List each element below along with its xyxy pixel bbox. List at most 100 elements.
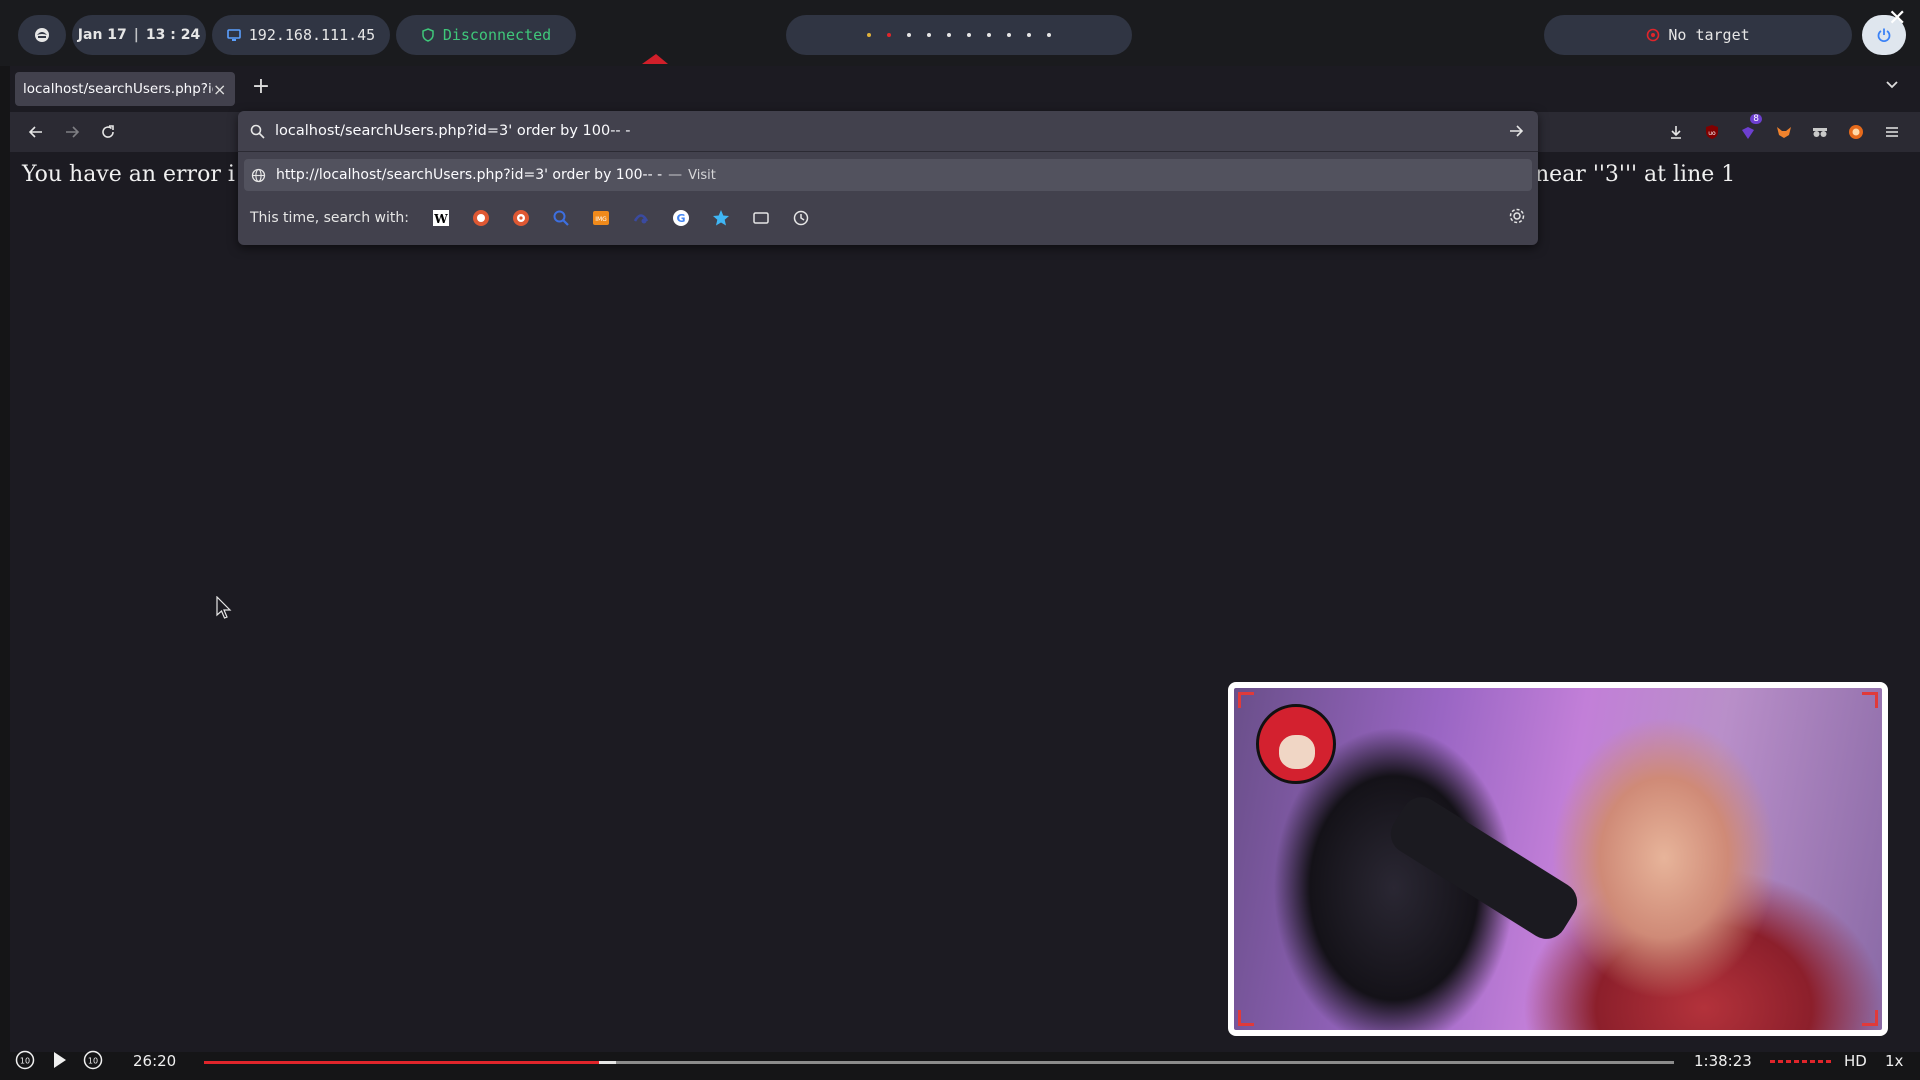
workspace-dot[interactable] (987, 33, 991, 37)
frame-corner-icon (1238, 692, 1254, 708)
magnifier-search-icon[interactable] (551, 208, 571, 228)
playback-speed-button[interactable]: 1x (1885, 1052, 1903, 1070)
clock-widget[interactable]: Jan 17 | 13 : 24 (72, 15, 206, 55)
duckduckgo-icon[interactable] (471, 208, 491, 228)
arrow-right-icon (66, 126, 80, 138)
target-icon (1647, 28, 1660, 42)
workspace-dot[interactable] (967, 33, 971, 37)
hamburger-menu-icon (1886, 127, 1898, 137)
workspace-dot[interactable] (1027, 33, 1031, 37)
target-widget[interactable]: No target (1544, 15, 1852, 55)
decor-shape-icon (642, 54, 668, 64)
ip-address-widget[interactable]: 192.168.111.45 (212, 15, 390, 55)
cookie-icon (1849, 125, 1863, 139)
svg-text:uo: uo (1708, 130, 1716, 137)
workspace-switcher[interactable] (786, 15, 1132, 55)
tabs-icon[interactable] (751, 208, 771, 228)
clock-time: 13 : 24 (145, 27, 201, 43)
quality-button[interactable]: HD (1844, 1052, 1867, 1070)
amazon-icon[interactable]: IMG (591, 208, 611, 228)
video-player-controls: 10 10 26:20 1:38:23 HD 1x (0, 1044, 1920, 1080)
history-icon[interactable] (791, 208, 811, 228)
system-top-bar: Jan 17 | 13 : 24 192.168.111.45 Disconnect… (0, 0, 1920, 66)
volume-indicator[interactable] (1770, 1060, 1831, 1063)
workspace-dot[interactable] (887, 33, 891, 37)
workspace-dot[interactable] (867, 33, 871, 37)
go-arrow-icon[interactable] (1506, 123, 1526, 139)
download-icon (1671, 126, 1681, 139)
ublock-icon: uo (1706, 125, 1718, 139)
vpn-status-widget[interactable]: Disconnected (396, 15, 576, 55)
app-menu-button[interactable] (18, 15, 66, 55)
workspace-dot[interactable] (907, 33, 911, 37)
hacker-search-icon[interactable] (631, 208, 651, 228)
skip-back-seconds: 10 (20, 1057, 30, 1066)
progress-played (204, 1061, 600, 1064)
search-settings-gear-icon[interactable] (1508, 207, 1526, 225)
address-bar-input[interactable] (275, 123, 1506, 139)
suggestion-action: Visit (688, 167, 716, 183)
duckduckgo-alt-icon[interactable] (511, 208, 531, 228)
total-duration: 1:38:23 (1694, 1052, 1752, 1070)
bookmarks-icon[interactable] (711, 208, 731, 228)
current-time: 26:20 (133, 1052, 177, 1070)
globe-icon (251, 168, 266, 182)
new-tab-button[interactable]: + (246, 74, 276, 99)
tab-close-icon[interactable]: × (213, 80, 227, 99)
one-off-search-bar: This time, search with: W IMG G (250, 197, 831, 239)
reload-icon (102, 125, 114, 138)
svg-text:G: G (676, 212, 685, 225)
sql-error-text-end: near ''3''' at line 1 (1535, 162, 1736, 187)
workspace-dot[interactable] (1007, 33, 1011, 37)
back-button[interactable] (22, 118, 50, 146)
app-menu-hamburger-button[interactable] (1880, 120, 1904, 144)
search-icon (250, 124, 265, 139)
shield-icon (422, 28, 434, 42)
url-suggestion-row[interactable]: http://localhost/searchUsers.php?id=3' o… (244, 159, 1532, 191)
wappalyzer-extension-button[interactable] (1808, 120, 1832, 144)
browser-tab-strip: localhost/searchUsers.php?id=3' order by… (10, 66, 1920, 112)
list-all-tabs-icon[interactable] (1884, 76, 1900, 92)
monitor-icon (226, 29, 241, 41)
play-icon[interactable] (48, 1049, 70, 1071)
fox-icon (1777, 127, 1791, 138)
frame-corner-icon (1862, 1010, 1878, 1026)
workspace-dot[interactable] (947, 33, 951, 37)
workspace-dot[interactable] (927, 33, 931, 37)
wikipedia-icon[interactable]: W (431, 208, 451, 228)
arrow-left-icon (28, 126, 42, 138)
reload-button[interactable] (94, 118, 122, 146)
suggestion-url: http://localhost/searchUsers.php?id=3' o… (276, 167, 663, 183)
forward-button[interactable] (58, 118, 86, 146)
mouse-pointer-icon (216, 596, 232, 619)
clock-separator-icon: | (133, 27, 139, 43)
cookie-extension-button[interactable] (1844, 120, 1868, 144)
channel-logo-icon (1256, 704, 1336, 784)
skip-forward-seconds: 10 (88, 1057, 98, 1066)
urlbar-input-row (238, 111, 1538, 151)
skip-forward-10-icon[interactable]: 10 (82, 1049, 104, 1071)
suggestion-dash: — (668, 167, 683, 183)
puzzle-shield-icon (1742, 127, 1754, 139)
extension-badge-button[interactable]: 8 (1736, 114, 1762, 144)
tab-title: localhost/searchUsers.php?id=3' order by… (23, 81, 213, 97)
workspace-dot[interactable] (1047, 33, 1051, 37)
frame-corner-icon (1238, 1010, 1254, 1026)
foxyproxy-extension-button[interactable] (1772, 120, 1796, 144)
ublock-extension-button[interactable]: uo (1700, 120, 1724, 144)
browser-tab[interactable]: localhost/searchUsers.php?id=3' order by… (15, 72, 235, 106)
downloads-button[interactable] (1664, 120, 1688, 144)
clock-date: Jan 17 (77, 27, 127, 43)
ip-address-text: 192.168.111.45 (248, 26, 376, 44)
webcam-overlay (1228, 682, 1888, 1036)
webcam-video-image (1234, 688, 1882, 1030)
close-icon[interactable]: ✕ (1888, 6, 1906, 31)
progress-buffered (599, 1061, 616, 1064)
google-icon[interactable]: G (671, 208, 691, 228)
frame-corner-icon (1862, 692, 1878, 708)
search-with-label: This time, search with: (250, 210, 409, 226)
vpn-status-text: Disconnected (442, 26, 552, 44)
video-progress-bar[interactable] (204, 1061, 1674, 1064)
sql-error-text-start: You have an error i (22, 162, 235, 187)
skip-back-10-icon[interactable]: 10 (14, 1049, 36, 1071)
